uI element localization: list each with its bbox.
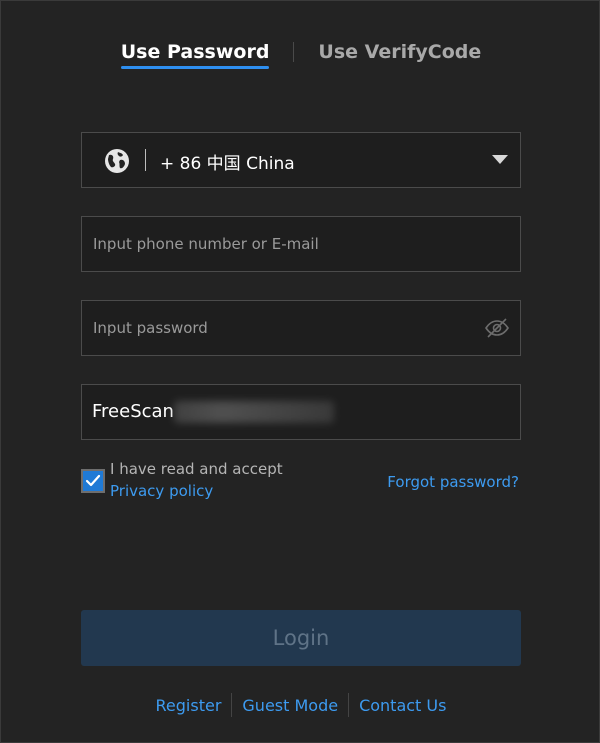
redacted-account-text <box>174 401 334 423</box>
login-mode-tabs: Use Password Use VerifyCode <box>1 41 600 69</box>
country-code-value: + 86 中国 China <box>160 154 295 174</box>
forgot-password-link[interactable]: Forgot password? <box>387 473 519 491</box>
phone-email-input[interactable] <box>82 217 520 271</box>
guest-mode-link[interactable]: Guest Mode <box>242 696 338 715</box>
privacy-policy-link[interactable]: Privacy policy <box>110 482 213 500</box>
agree-text: I have read and accept <box>110 460 283 478</box>
contact-us-link[interactable]: Contact Us <box>359 696 446 715</box>
phone-email-field-wrap <box>81 216 521 272</box>
globe-icon <box>105 149 129 173</box>
check-icon <box>85 474 101 487</box>
login-button[interactable]: Login <box>81 610 521 666</box>
agree-checkbox[interactable] <box>81 469 105 493</box>
login-window: Use Password Use VerifyCode + 86 中国 Chin… <box>0 0 600 743</box>
country-code-select[interactable]: + 86 中国 China <box>81 132 521 188</box>
footer-divider <box>348 693 350 717</box>
footer-links: Register Guest Mode Contact Us <box>1 693 600 717</box>
device-account-field[interactable]: FreeScan <box>81 384 521 440</box>
account-prefix: FreeScan <box>92 401 174 422</box>
password-input[interactable] <box>82 301 520 355</box>
eye-hidden-icon[interactable] <box>484 317 510 339</box>
footer-divider <box>231 693 233 717</box>
country-divider <box>145 149 146 171</box>
chevron-down-icon[interactable] <box>492 155 508 164</box>
tab-use-verifycode[interactable]: Use VerifyCode <box>318 41 481 69</box>
password-field-wrap <box>81 300 521 356</box>
register-link[interactable]: Register <box>156 696 222 715</box>
tab-use-password[interactable]: Use Password <box>120 41 269 69</box>
tab-divider <box>293 42 295 62</box>
